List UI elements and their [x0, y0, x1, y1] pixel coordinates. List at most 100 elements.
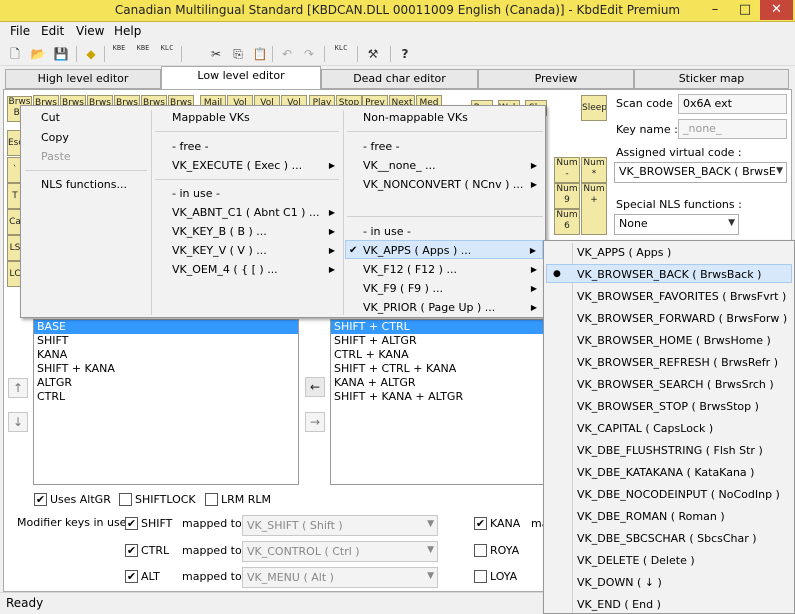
new-file-icon[interactable]: 🗋: [4, 44, 26, 64]
alt-modifier-checkbox[interactable]: ✔: [125, 570, 138, 583]
title-bar[interactable]: Canadian Multilingual Standard [KBDCAN.D…: [0, 0, 795, 22]
ctrl-vk-select[interactable]: VK_CONTROL ( Ctrl ) ▼: [242, 541, 438, 562]
move-left-button[interactable]: ←: [305, 377, 325, 397]
menu-vk-prior[interactable]: VK_PRIOR ( Page Up ) ... ▶: [363, 298, 543, 317]
menu-vk-key-b[interactable]: VK_KEY_B ( B ) ... ▶: [172, 222, 341, 241]
list-item[interactable]: CTRL: [34, 390, 298, 404]
uses-altgr-checkbox[interactable]: ✔: [34, 493, 47, 506]
save-icon[interactable]: 💾: [50, 44, 72, 64]
menu-vk-abnt-c1[interactable]: VK_ABNT_C1 ( Abnt C1 ) ... ▶: [172, 203, 341, 222]
kana-modifier-checkbox[interactable]: ✔: [474, 517, 487, 530]
menu-file[interactable]: File: [10, 24, 30, 38]
minimize-button[interactable]: –: [700, 0, 730, 20]
list-item[interactable]: BASE: [34, 320, 298, 334]
submenu-item[interactable]: VK_BROWSER_FAVORITES ( BrwsFvrt ): [577, 287, 792, 306]
numpad-6-key[interactable]: Num 6: [554, 209, 580, 235]
submenu-item[interactable]: VK_DBE_FLUSHSTRING ( Flsh Str ): [577, 441, 792, 460]
ctrl-modifier-checkbox[interactable]: ✔: [125, 544, 138, 557]
redo-icon[interactable]: ↷: [298, 44, 320, 64]
submenu-item[interactable]: VK_DBE_ROMAN ( Roman ): [577, 507, 792, 526]
special-nls-select[interactable]: None ▼: [614, 214, 739, 235]
assigned-vk-select[interactable]: VK_BROWSER_BACK ( BrwsE ▼: [614, 162, 787, 183]
tab-preview[interactable]: Preview: [478, 69, 634, 89]
menu-vk-execute[interactable]: VK_EXECUTE ( Exec ) ... ▶: [172, 156, 341, 175]
tab-sticker-map[interactable]: Sticker map: [634, 69, 789, 89]
tab-dead-char-editor[interactable]: Dead char editor: [321, 69, 478, 89]
submenu-item-selected[interactable]: ● VK_BROWSER_BACK ( BrwsBack ): [546, 264, 792, 283]
undo-icon[interactable]: ↶: [276, 44, 298, 64]
list-item[interactable]: ALTGR: [34, 376, 298, 390]
paste-icon[interactable]: 📋: [249, 44, 271, 64]
list-item[interactable]: SHIFT + CTRL: [331, 320, 544, 334]
list-item[interactable]: SHIFT + CTRL + KANA: [331, 362, 544, 376]
menu-edit[interactable]: Edit: [41, 24, 64, 38]
move-down-button[interactable]: ↓: [8, 412, 28, 432]
menu-vk-nonconvert[interactable]: VK_NONCONVERT ( NCnv ) ... ▶: [363, 175, 543, 194]
submenu-item[interactable]: VK_DBE_SBCSCHAR ( SbcsChar ): [577, 529, 792, 548]
menu-vk-key-v[interactable]: VK_KEY_V ( V ) ... ▶: [172, 241, 341, 260]
numpad-9-key[interactable]: Num 9: [554, 183, 580, 209]
copy-icon[interactable]: ⎘: [227, 44, 249, 64]
submenu-item[interactable]: VK_BROWSER_STOP ( BrwsStop ): [577, 397, 792, 416]
maximize-button[interactable]: □: [732, 0, 758, 20]
tab-low-level-editor[interactable]: Low level editor: [161, 66, 321, 90]
alt-vk-select[interactable]: VK_MENU ( Alt ) ▼: [242, 567, 438, 588]
move-right-button[interactable]: →: [305, 412, 325, 432]
list-item[interactable]: SHIFT: [34, 334, 298, 348]
shift-vk-select[interactable]: VK_SHIFT ( Shift ) ▼: [242, 515, 438, 536]
list-item[interactable]: KANA: [34, 348, 298, 362]
tab-high-level-editor[interactable]: High level editor: [5, 69, 161, 89]
submenu-item[interactable]: VK_CAPITAL ( CapsLock ): [577, 419, 792, 438]
menu-vk-oem-4[interactable]: VK_OEM_4 ( { [ ) ... ▶: [172, 260, 341, 279]
numpad-multiply-key[interactable]: Num *: [581, 157, 607, 183]
submenu-item[interactable]: VK_BROWSER_FORWARD ( BrwsForw ): [577, 309, 792, 328]
list-item[interactable]: SHIFT + KANA + ALTGR: [331, 390, 544, 404]
list-item[interactable]: KANA + ALTGR: [331, 376, 544, 390]
open-folder-icon[interactable]: 📂: [27, 44, 49, 64]
list-item[interactable]: SHIFT + ALTGR: [331, 334, 544, 348]
non-mappable-free-header: - free -: [363, 140, 400, 153]
numpad-minus-key[interactable]: Num -: [554, 157, 580, 183]
menu-vk-f9[interactable]: VK_F9 ( F9 ) ... ▶: [363, 279, 543, 298]
roya-modifier-checkbox[interactable]: [474, 544, 487, 557]
submenu-item[interactable]: VK_DELETE ( Delete ): [577, 551, 792, 570]
submenu-item[interactable]: VK_BROWSER_SEARCH ( BrwsSrch ): [577, 375, 792, 394]
menu-vk-apps[interactable]: ✔ VK_APPS ( Apps ) ... ▶: [345, 240, 543, 259]
submenu-item[interactable]: VK_APPS ( Apps ): [577, 243, 792, 262]
klc-export-icon[interactable]: KLC: [156, 44, 178, 64]
close-button[interactable]: ✕: [760, 0, 793, 20]
shift-modifier-checkbox[interactable]: ✔: [125, 517, 138, 530]
kbe-export-icon[interactable]: KBE: [108, 44, 130, 64]
menu-paste[interactable]: Paste: [41, 147, 71, 166]
lrm-rlm-checkbox[interactable]: [205, 493, 218, 506]
kbe-import-icon[interactable]: KBE: [132, 44, 154, 64]
numpad-plus-key[interactable]: Num +: [581, 183, 607, 235]
menu-cut[interactable]: Cut: [41, 108, 60, 127]
submenu-item[interactable]: VK_DOWN ( ↓ ): [577, 573, 792, 592]
menu-nls-functions[interactable]: NLS functions...: [41, 175, 127, 194]
menu-help[interactable]: Help: [114, 24, 141, 38]
unused-shift-states-list[interactable]: SHIFT + CTRL SHIFT + ALTGR CTRL + KANA S…: [330, 319, 545, 485]
shiftlock-checkbox[interactable]: [119, 493, 132, 506]
generate-icon[interactable]: ◆: [80, 44, 102, 64]
menu-vk-f12[interactable]: VK_F12 ( F12 ) ... ▶: [363, 260, 543, 279]
key-name-field[interactable]: _none_: [678, 119, 787, 139]
submenu-item[interactable]: VK_DBE_KATAKANA ( KataKana ): [577, 463, 792, 482]
cut-icon[interactable]: ✂: [205, 44, 227, 64]
move-up-button[interactable]: ↑: [8, 378, 28, 398]
help-icon[interactable]: ?: [394, 44, 416, 64]
submenu-item[interactable]: VK_BROWSER_REFRESH ( BrwsRefr ): [577, 353, 792, 372]
key-sleep[interactable]: Sleep: [581, 95, 607, 121]
list-item[interactable]: SHIFT + KANA: [34, 362, 298, 376]
submenu-item[interactable]: VK_BROWSER_HOME ( BrwsHome ): [577, 331, 792, 350]
submenu-item[interactable]: VK_END ( End ): [577, 595, 792, 614]
submenu-item[interactable]: VK_DBE_NOCODEINPUT ( NoCodInp ): [577, 485, 792, 504]
tools-icon[interactable]: ⚒: [362, 44, 384, 64]
shift-states-list[interactable]: BASE SHIFT KANA SHIFT + KANA ALTGR CTRL: [33, 319, 299, 485]
klc-import-icon[interactable]: KLC: [330, 44, 352, 64]
menu-vk-none[interactable]: VK__none_ ... ▶: [363, 156, 543, 175]
loya-modifier-checkbox[interactable]: [474, 570, 487, 583]
menu-view[interactable]: View: [76, 24, 104, 38]
list-item[interactable]: CTRL + KANA: [331, 348, 544, 362]
menu-copy[interactable]: Copy: [41, 128, 69, 147]
